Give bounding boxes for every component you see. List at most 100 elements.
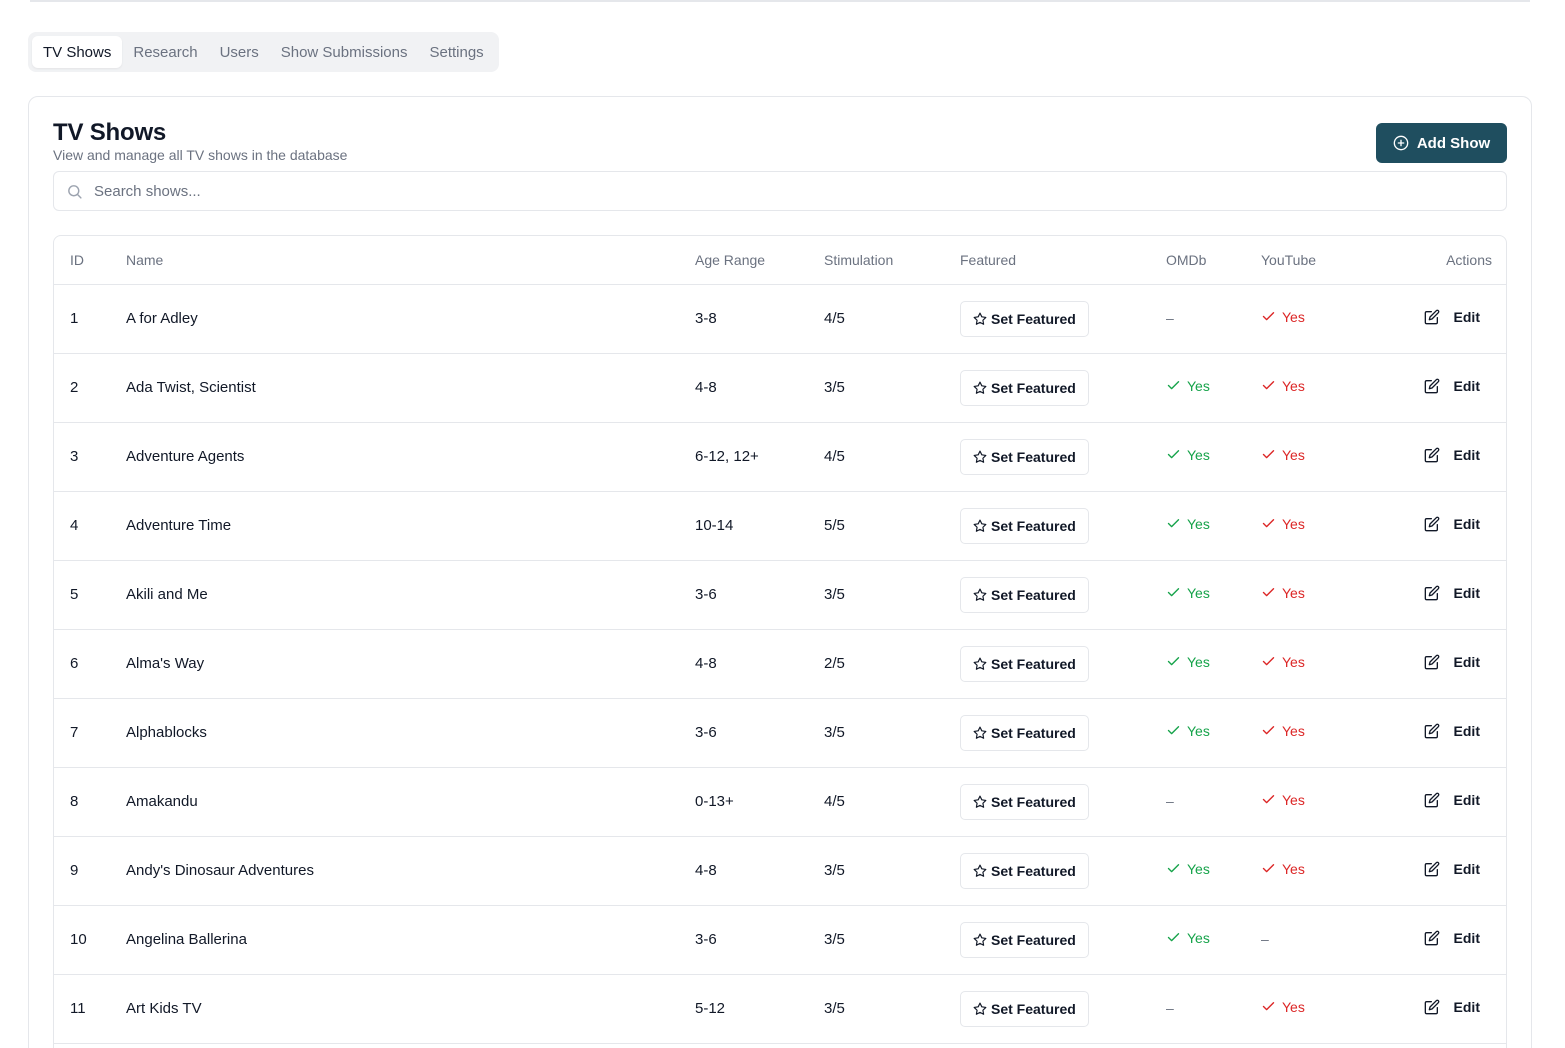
cell-actions: Edit xyxy=(1375,422,1506,492)
cell-id: 4 xyxy=(54,491,110,561)
youtube-status-yes: Yes xyxy=(1261,309,1305,325)
check-icon xyxy=(1261,723,1276,738)
add-show-button[interactable]: Add Show xyxy=(1376,123,1507,163)
table-row: 2 Ada Twist, Scientist 4-8 3/5 Set Featured Y… xyxy=(54,353,1506,423)
edit-label: Edit xyxy=(1453,722,1480,739)
check-icon xyxy=(1166,447,1181,462)
youtube-status-yes: Yes xyxy=(1261,378,1305,394)
omdb-yes-label: Yes xyxy=(1187,653,1210,670)
cell-omdb: Yes xyxy=(1150,836,1245,906)
edit-button[interactable]: Edit xyxy=(1424,654,1480,670)
omdb-status-yes: Yes xyxy=(1166,654,1210,670)
cell-name: Amakandu xyxy=(110,767,679,837)
set-featured-button[interactable]: Set Featured xyxy=(960,438,1089,475)
youtube-status-none: – xyxy=(1261,931,1269,947)
set-featured-label: Set Featured xyxy=(991,586,1076,603)
cell-stimulation: 4/5 xyxy=(808,422,944,492)
set-featured-button[interactable]: Set Featured xyxy=(960,369,1089,406)
set-featured-label: Set Featured xyxy=(991,655,1076,672)
table-row: 10 Angelina Ballerina 3-6 3/5 Set Featured Ye… xyxy=(54,905,1506,975)
tab-bar: TV Shows Research Users Show Submissions… xyxy=(28,32,499,72)
set-featured-button[interactable]: Set Featured xyxy=(960,576,1089,613)
youtube-yes-label: Yes xyxy=(1282,998,1305,1015)
cell-actions: Edit xyxy=(1375,698,1506,768)
set-featured-button[interactable]: Set Featured xyxy=(960,714,1089,751)
omdb-status-yes: Yes xyxy=(1166,447,1210,463)
edit-button[interactable]: Edit xyxy=(1424,861,1480,877)
star-icon xyxy=(973,933,987,947)
set-featured-button[interactable]: Set Featured xyxy=(960,990,1089,1027)
edit-label: Edit xyxy=(1453,791,1480,808)
table-row: 1A for Adley 3-8 4/5 Set Featured – Yes Edit xyxy=(54,284,1506,354)
tab-tv-shows[interactable]: TV Shows xyxy=(32,36,123,68)
table-row: 6 Alma's Way 4-8 2/5 Set Featured Yes Yes Edit xyxy=(54,629,1506,699)
cell-featured: Set Featured xyxy=(944,905,1150,975)
cell-omdb: Yes xyxy=(1150,905,1245,975)
set-featured-button[interactable]: Set Featured xyxy=(960,783,1089,820)
cell-youtube: Yes xyxy=(1245,698,1375,768)
page-title: TV Shows xyxy=(53,119,167,146)
cell-age-range: 3-6 xyxy=(679,905,808,975)
cell-youtube: Yes xyxy=(1245,974,1375,1044)
search-input[interactable] xyxy=(54,172,1506,210)
set-featured-label: Set Featured xyxy=(991,793,1076,810)
edit-button[interactable]: Edit xyxy=(1424,930,1480,946)
edit-button[interactable]: Edit xyxy=(1424,378,1480,394)
edit-button[interactable]: Edit xyxy=(1424,309,1480,325)
cell-stimulation: 4/5 xyxy=(808,767,944,837)
edit-icon xyxy=(1424,378,1440,394)
youtube-status-yes: Yes xyxy=(1261,516,1305,532)
cell-age-range: 3-6 xyxy=(679,698,808,768)
edit-button[interactable]: Edit xyxy=(1424,723,1480,739)
youtube-status-yes: Yes xyxy=(1261,447,1305,463)
search-box xyxy=(53,171,1507,211)
cell-omdb: Yes xyxy=(1150,422,1245,492)
set-featured-label: Set Featured xyxy=(991,517,1076,534)
cell-youtube: Yes xyxy=(1245,353,1375,423)
star-icon xyxy=(973,726,987,740)
star-icon xyxy=(973,1002,987,1016)
set-featured-button[interactable]: Set Featured xyxy=(960,300,1089,337)
omdb-yes-label: Yes xyxy=(1187,584,1210,601)
edit-button[interactable]: Edit xyxy=(1424,447,1480,463)
omdb-yes-label: Yes xyxy=(1187,515,1210,532)
tab-settings[interactable]: Settings xyxy=(418,36,494,68)
check-icon xyxy=(1261,447,1276,462)
cell-actions: Edit xyxy=(1375,284,1506,354)
cell-omdb: – xyxy=(1150,767,1245,837)
youtube-yes-label: Yes xyxy=(1282,653,1305,670)
set-featured-button[interactable]: Set Featured xyxy=(960,507,1089,544)
edit-button[interactable]: Edit xyxy=(1424,516,1480,532)
edit-label: Edit xyxy=(1453,929,1480,946)
col-header-name: Name xyxy=(110,236,679,285)
edit-label: Edit xyxy=(1453,308,1480,325)
cell-id: 9 xyxy=(54,836,110,906)
star-icon xyxy=(973,312,987,326)
cell-id: 3 xyxy=(54,422,110,492)
col-header-omdb: OMDb xyxy=(1150,236,1245,285)
star-icon xyxy=(973,381,987,395)
cell-featured: Set Featured xyxy=(944,353,1150,423)
cell-youtube: Yes xyxy=(1245,422,1375,492)
cell-name: Alphablocks xyxy=(110,698,679,768)
col-header-stimulation: Stimulation xyxy=(808,236,944,285)
cell-featured: Set Featured xyxy=(944,974,1150,1044)
set-featured-button[interactable]: Set Featured xyxy=(960,852,1089,889)
omdb-status-none: – xyxy=(1166,1000,1174,1016)
edit-button[interactable]: Edit xyxy=(1424,585,1480,601)
set-featured-button[interactable]: Set Featured xyxy=(960,921,1089,958)
edit-label: Edit xyxy=(1453,860,1480,877)
cell-age-range: 4-8 xyxy=(679,629,808,699)
set-featured-button[interactable]: Set Featured xyxy=(960,645,1089,682)
cell-omdb: Yes xyxy=(1150,560,1245,630)
edit-button[interactable]: Edit xyxy=(1424,792,1480,808)
cell-stimulation: 3/5 xyxy=(808,974,944,1044)
tab-research[interactable]: Research xyxy=(122,36,208,68)
edit-button[interactable]: Edit xyxy=(1424,999,1480,1015)
cell-id: 2 xyxy=(54,353,110,423)
tab-show-submissions[interactable]: Show Submissions xyxy=(270,36,419,68)
cell-youtube: Yes xyxy=(1245,767,1375,837)
omdb-yes-label: Yes xyxy=(1187,446,1210,463)
tab-users[interactable]: Users xyxy=(209,36,270,68)
cell-youtube: Yes xyxy=(1245,629,1375,699)
